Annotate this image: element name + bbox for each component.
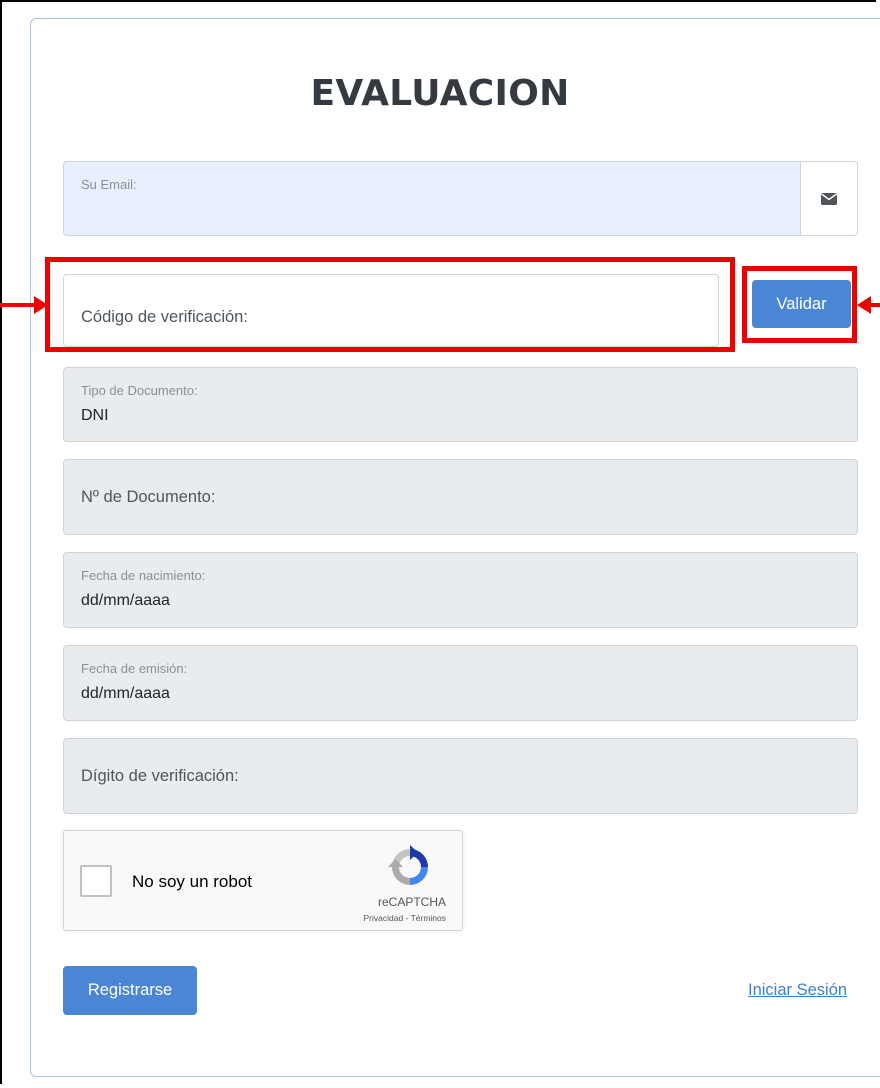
document-number-placeholder: Nº de Documento: bbox=[81, 487, 216, 506]
login-link[interactable]: Iniciar Sesión bbox=[748, 981, 847, 1000]
page-title: EVALUACION bbox=[310, 73, 570, 114]
issue-date-input[interactable]: Fecha de emisión: dd/mm/aaaa bbox=[63, 645, 858, 721]
birth-date-value: dd/mm/aaaa bbox=[81, 592, 170, 609]
recaptcha-brand: reCAPTCHA bbox=[377, 895, 446, 909]
recaptcha-widget: No soy un robot reCAPTCHA Privacidad - T… bbox=[63, 830, 463, 931]
envelope-icon bbox=[821, 192, 837, 205]
issue-date-value: dd/mm/aaaa bbox=[81, 685, 170, 702]
highlight-box-validate bbox=[742, 266, 857, 343]
recaptcha-label: No soy un robot bbox=[132, 872, 253, 891]
birth-date-label: Fecha de nacimiento: bbox=[81, 568, 206, 583]
recaptcha-checkbox[interactable] bbox=[80, 865, 112, 897]
document-type-value: DNI bbox=[81, 407, 109, 424]
check-digit-placeholder: Dígito de verificación: bbox=[81, 766, 239, 785]
register-button[interactable]: Registrarse bbox=[63, 966, 197, 1015]
highlight-box-code bbox=[45, 257, 735, 352]
document-type-label: Tipo de Documento: bbox=[81, 383, 198, 398]
recaptcha-terms-link[interactable]: Privacidad - Términos bbox=[363, 913, 446, 923]
email-field-label: Su Email: bbox=[81, 177, 137, 192]
document-type-select[interactable]: Tipo de Documento: DNI bbox=[63, 367, 858, 442]
email-addon bbox=[800, 161, 858, 236]
issue-date-label: Fecha de emisión: bbox=[81, 661, 188, 676]
recaptcha-logo-icon bbox=[388, 845, 428, 885]
document-number-input[interactable]: Nº de Documento: bbox=[63, 459, 858, 535]
email-field[interactable]: Su Email: bbox=[63, 161, 801, 236]
birth-date-input[interactable]: Fecha de nacimiento: dd/mm/aaaa bbox=[63, 552, 858, 628]
check-digit-input[interactable]: Dígito de verificación: bbox=[63, 738, 858, 814]
